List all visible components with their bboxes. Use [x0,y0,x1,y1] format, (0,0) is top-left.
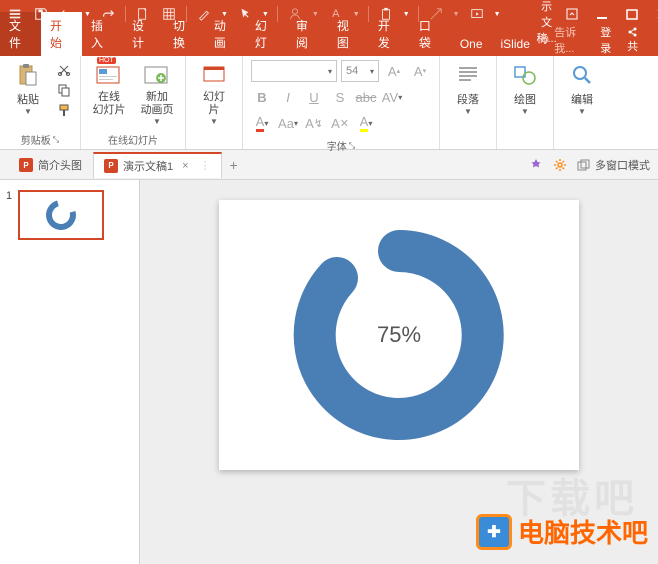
font-name-select[interactable]: ▾ [251,60,337,82]
paste-button[interactable]: 粘贴 ▼ [6,59,50,116]
font-launcher-icon[interactable]: ⤡ [349,141,355,151]
format-painter-icon[interactable] [54,101,74,119]
doctab-1[interactable]: P 简介头图 [8,152,93,178]
pointer-icon[interactable] [236,5,254,23]
doctab-2[interactable]: P 演示文稿1 × ⋮ [93,152,222,178]
powerpoint-icon: P [104,159,118,173]
online-slide-button[interactable]: HOT 在线 幻灯片 [87,59,131,117]
redo-icon[interactable] [99,5,117,23]
play-icon[interactable] [468,5,486,23]
slide-thumbnail-panel: 1 [0,180,140,564]
slide-thumbnail[interactable] [18,190,104,240]
paragraph-button[interactable]: 段落▼ [446,59,490,116]
underline-icon[interactable]: U [303,86,325,108]
editing-button[interactable]: 编辑▼ [560,59,604,116]
app-menu-icon[interactable] [6,5,24,23]
share-button[interactable]: 共 [627,26,650,54]
decrease-font-icon[interactable]: A▾ [409,60,431,82]
clipboard-group-label: 剪贴板 [21,132,51,147]
slide[interactable]: 75% [219,200,579,470]
bold-icon[interactable]: B [251,86,273,108]
magic-icon[interactable] [529,158,543,172]
shadow-icon[interactable]: S [329,86,351,108]
clear-format-a-icon[interactable]: A↯ [303,112,325,134]
thumbnail-arc-shape [41,195,82,236]
tab-islide[interactable]: iSlide [492,32,539,56]
grid-icon[interactable] [160,5,178,23]
font-color-icon[interactable]: A▾ [251,112,273,134]
pen-icon[interactable] [195,5,213,23]
add-tab-button[interactable]: + [222,157,246,173]
change-case-icon[interactable]: Aa▾ [277,112,299,134]
text-a-icon[interactable]: A [327,5,345,23]
multiwindow-button[interactable]: 多窗口模式 [577,157,650,173]
italic-icon[interactable]: I [277,86,299,108]
login-link[interactable]: 登录 [600,24,621,56]
strike-icon[interactable]: abc [355,86,377,108]
tab-close-icon[interactable]: × [182,160,188,172]
font-group-label: 字体 [327,138,347,153]
cut-icon[interactable] [54,61,74,79]
tab-menu-icon[interactable]: ⋮ [200,159,211,172]
watermark-icon: ✚ [476,514,512,550]
drawing-button[interactable]: 绘图▼ [503,59,547,116]
settings-gear-icon[interactable] [553,158,567,172]
share-icon [627,27,637,37]
bulb-icon [539,34,550,46]
font-size-select[interactable]: 54▾ [341,60,379,82]
slides-button[interactable]: 幻灯 片▼ [192,59,236,126]
tab-onekey[interactable]: One [451,32,492,56]
multiwindow-icon [577,159,591,171]
clear-format-icon[interactable]: A✕ [329,112,351,134]
copy-icon[interactable] [54,81,74,99]
char-spacing-icon[interactable]: AV▾ [381,86,403,108]
new-icon[interactable] [134,5,152,23]
slide-number: 1 [6,190,12,240]
increase-font-icon[interactable]: A▴ [383,60,405,82]
watermark: ✚ 电脑技术吧 [476,513,648,550]
undo-icon[interactable] [58,5,76,23]
new-anim-button[interactable]: 新加 动画页▼ [135,59,179,126]
user-icon[interactable] [286,5,304,23]
powerpoint-icon: P [19,158,33,172]
arrow-icon[interactable] [427,5,445,23]
tellme-search[interactable]: 告诉我... [539,24,594,56]
save-icon[interactable] [32,5,50,23]
highlight-icon[interactable]: A▾ [355,112,377,134]
percent-label: 75% [377,322,421,348]
online-slides-group-label: 在线幻灯片 [87,130,179,149]
clipboard-launcher-icon[interactable]: ⤡ [53,135,59,145]
clipboard-icon[interactable] [377,5,395,23]
